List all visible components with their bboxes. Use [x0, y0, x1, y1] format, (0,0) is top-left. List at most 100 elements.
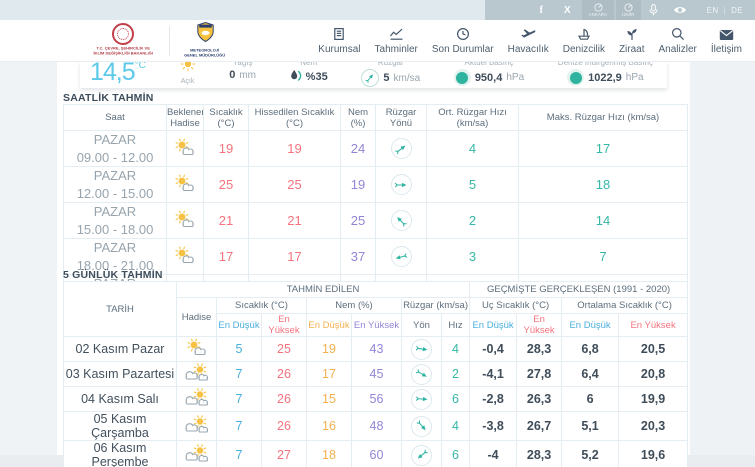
hourly-column-header: Beklenen Hadise	[167, 105, 204, 131]
cell-humidity-min: 15	[307, 387, 352, 412]
lang-en[interactable]: EN	[707, 6, 719, 15]
cell-wind-direction	[376, 131, 427, 167]
wind-direction-icon	[391, 246, 412, 267]
cell-average-max: 20,8	[619, 362, 688, 387]
nav-label: Son Durumlar	[432, 44, 494, 55]
cell-wind-speed: 6	[442, 387, 470, 412]
language-switcher: EN | DE	[707, 6, 743, 15]
mgm-weather-page: f X ANKARA İZMİR EN | DE	[0, 0, 755, 467]
facebook-icon[interactable]: f	[528, 0, 554, 20]
weather-condition-icon	[167, 203, 204, 239]
cell-humidity-max: 48	[352, 412, 402, 441]
cell-average-min: 6,8	[562, 337, 619, 362]
nav-item-kurumsal[interactable]: Kurumsal	[311, 26, 367, 55]
cell-extreme-max: 26,3	[517, 387, 562, 412]
radar-icon	[624, 3, 633, 12]
daily-header-event: Hadise	[177, 298, 217, 337]
metric-unit: hPa	[626, 72, 644, 83]
nav-label: Kurumsal	[318, 44, 360, 55]
table-row: 04 Kasım Salı72615566-2,826,3619,9	[64, 387, 688, 412]
cell-date: 06 Kasım Perşembe	[64, 441, 177, 467]
cell-wind-direction	[376, 167, 427, 203]
logo-separator	[169, 26, 170, 56]
cell-temp-min: 7	[217, 387, 262, 412]
wind-direction-icon	[411, 416, 432, 437]
wind-direction-icon	[411, 389, 432, 410]
nav-item-son-durumlar[interactable]: Son Durumlar	[425, 26, 501, 55]
ankara-radar-widget[interactable]: ANKARA	[582, 0, 614, 20]
izmir-radar-widget[interactable]: İZMİR	[616, 0, 641, 20]
cell-temp-min: 7	[217, 412, 262, 441]
weather-condition-icon	[167, 167, 204, 203]
pressure-icon	[567, 69, 584, 86]
metric-unit: hPa	[506, 72, 524, 83]
nav-item-iletisim[interactable]: İletişim	[704, 26, 749, 55]
cell-humidity: 19	[341, 167, 376, 203]
cell-temperature: 25	[204, 167, 249, 203]
wind-direction-icon	[391, 174, 412, 195]
cell-humidity-max: 45	[352, 362, 402, 387]
cell-temp-min: 7	[217, 441, 262, 467]
nav-item-denizcilik[interactable]: Denizcilik	[556, 26, 612, 55]
lang-de[interactable]: DE	[731, 6, 743, 15]
mgm-logo-line2: GENEL MÜDÜRLÜĞÜ	[185, 54, 226, 59]
cell-avg-wind-speed: 5	[427, 167, 519, 203]
accessibility-eye-icon[interactable]	[667, 0, 693, 20]
nav-item-ziraat[interactable]: Ziraat	[612, 26, 652, 55]
daily-subheader-min: En Düşük	[307, 314, 352, 337]
radar-icon	[594, 3, 603, 12]
nav-item-analizler[interactable]: Analizler	[652, 26, 704, 55]
cell-max-wind-speed: 18	[519, 167, 688, 203]
daily-forecast-table: TARİHTAHMİN EDİLENGEÇMİŞTE GERÇEKLEŞEN (…	[63, 281, 688, 467]
cell-avg-wind-speed: 2	[427, 203, 519, 239]
daily-header-extreme-temp: Uç Sıcaklık (°C)	[470, 298, 562, 314]
cell-temp-max: 25	[262, 337, 307, 362]
cell-feels-like: 19	[249, 131, 341, 167]
cell-wind-speed: 6	[442, 441, 470, 467]
cell-humidity-min: 19	[307, 337, 352, 362]
daily-subheader-max: En Yüksek	[262, 314, 307, 337]
wind-direction-icon	[411, 339, 432, 360]
daily-subheader-max: En Yüksek	[517, 314, 562, 337]
nav-label: İletişim	[711, 44, 742, 55]
site-header: T.C. ÇEVRE, ŞEHİRCİLİK VE İKLİM DEĞİŞİKL…	[0, 20, 755, 62]
cell-average-min: 5,2	[562, 441, 619, 467]
mgm-shield-icon	[197, 22, 214, 47]
weather-condition-icon	[177, 441, 217, 467]
cell-date: 05 Kasım Çarşamba	[64, 412, 177, 441]
ministry-logo[interactable]: T.C. ÇEVRE, ŞEHİRCİLİK VE İKLİM DEĞİŞİKL…	[86, 23, 160, 58]
cell-humidity-max: 60	[352, 441, 402, 467]
pressure-icon	[454, 69, 471, 86]
daily-header-average-temp: Ortalama Sıcaklık (°C)	[562, 298, 688, 314]
cell-temp-min: 7	[217, 362, 262, 387]
metric-akt-el-bas-n-: Aktüel Basınç950,4hPa	[454, 62, 524, 88]
hourly-column-header: Hissedilen Sıcaklık (°C)	[249, 105, 341, 131]
condition-label: Açık	[181, 78, 195, 85]
cell-temp-min: 5	[217, 337, 262, 362]
weather-condition-icon	[167, 239, 204, 275]
nav-item-havacilik[interactable]: Havacılık	[501, 26, 556, 55]
cell-temp-max: 26	[262, 412, 307, 441]
cell-humidity-min: 16	[307, 412, 352, 441]
metric-value: 0	[229, 69, 235, 81]
cell-extreme-max: 27,8	[517, 362, 562, 387]
nav-label: Analizler	[659, 44, 697, 55]
cell-time: PAZAR09.00 - 12.00	[64, 131, 167, 167]
cell-max-wind-speed: 7	[519, 239, 688, 275]
cell-extreme-max: 28,3	[517, 441, 562, 467]
cell-extreme-max: 28,3	[517, 337, 562, 362]
nav-item-tahminler[interactable]: Tahminler	[368, 26, 425, 55]
current-temperature: 14,5 °C	[90, 62, 146, 88]
wind-direction-icon	[411, 364, 432, 385]
cell-date: 04 Kasım Salı	[64, 387, 177, 412]
metric-r-zgar: Rüzgar5km/sa	[361, 62, 420, 88]
voice-search-icon[interactable]	[641, 0, 667, 20]
widget-label: ANKARA	[589, 12, 608, 17]
x-twitter-icon[interactable]: X	[554, 0, 580, 20]
mgm-logo[interactable]: METEOROLOJİ GENEL MÜDÜRLÜĞÜ	[179, 22, 230, 60]
cell-max-wind-speed: 17	[519, 131, 688, 167]
page-background-right	[690, 62, 755, 467]
ship-icon	[577, 26, 591, 41]
metric-precipitation: Yağış0mm	[229, 62, 256, 88]
daily-subheader-min: En Düşük	[217, 314, 262, 337]
